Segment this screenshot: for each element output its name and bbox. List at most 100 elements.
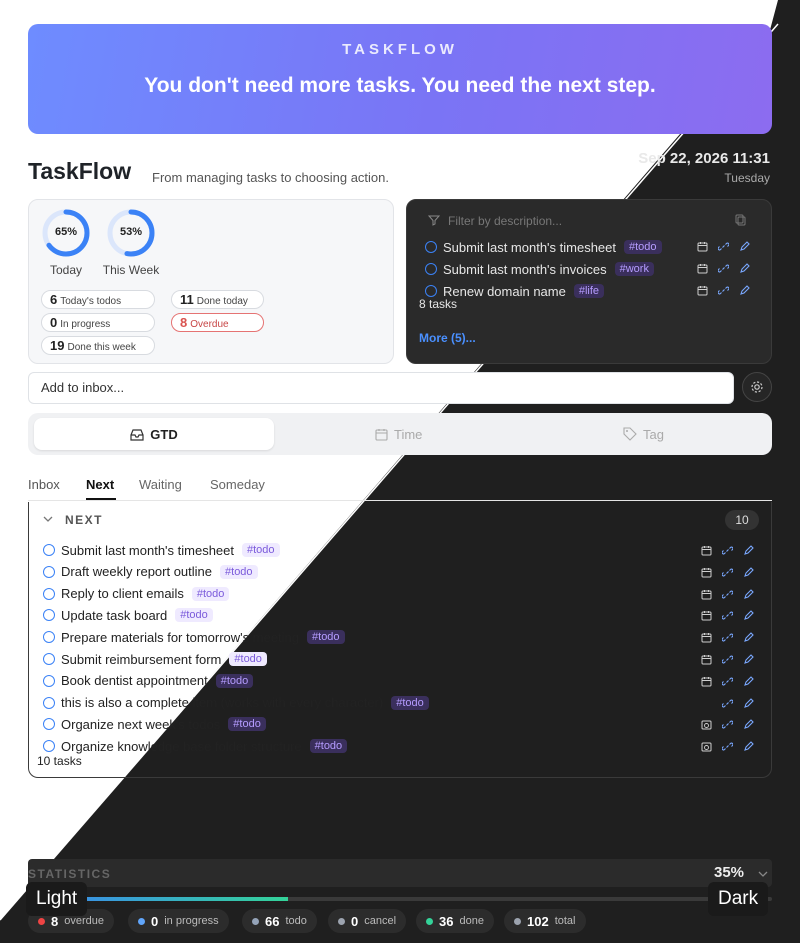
link-icon[interactable] <box>722 654 733 665</box>
calendar-icon[interactable] <box>697 263 708 274</box>
stat-pill-in-progress[interactable]: 0 in progress <box>128 909 229 933</box>
link-icon[interactable] <box>722 676 733 687</box>
segment-time[interactable]: Time <box>375 418 422 450</box>
calendar-icon[interactable] <box>701 567 712 578</box>
copy-icon[interactable] <box>735 214 747 226</box>
task-checkbox[interactable] <box>43 674 55 687</box>
task-tag[interactable]: #todo <box>175 608 213 623</box>
calendar-icon[interactable] <box>697 241 708 252</box>
stat-pill-total[interactable]: 102 total <box>504 909 586 933</box>
next-task-row[interactable]: Reply to client emails #todo <box>43 585 230 603</box>
edit-icon[interactable] <box>743 632 754 643</box>
task-tag[interactable]: #todo <box>229 652 267 666</box>
edit-icon[interactable] <box>743 741 754 752</box>
next-task-row[interactable]: this is also a complete item (works with… <box>43 694 429 712</box>
done-this-week-pill[interactable]: 19 Done this week <box>41 336 155 355</box>
task-tag[interactable]: #todo <box>307 630 345 645</box>
task-checkbox[interactable] <box>43 653 55 665</box>
edit-icon[interactable] <box>739 285 750 296</box>
task-tag[interactable]: #todo <box>215 673 254 688</box>
link-icon[interactable] <box>722 719 733 730</box>
segment-tag[interactable]: Tag <box>623 418 664 450</box>
edit-icon[interactable] <box>739 241 750 252</box>
link-icon[interactable] <box>718 285 729 296</box>
settings-button[interactable] <box>742 372 772 402</box>
tab-inbox[interactable]: Inbox <box>28 477 60 492</box>
next-task-row[interactable]: Draft weekly report outline #todo <box>43 563 258 581</box>
done-today-pill[interactable]: 11 Done today <box>171 290 264 309</box>
filter-task-row[interactable]: Submit last month's invoices #work <box>425 260 654 278</box>
task-tag[interactable]: #work <box>614 262 654 276</box>
task-tag[interactable]: #todo <box>228 717 266 732</box>
link-icon[interactable] <box>722 589 733 600</box>
task-checkbox[interactable] <box>43 740 55 753</box>
next-task-row[interactable]: Submit reimbursement form #todo <box>43 650 267 668</box>
calendar-icon[interactable] <box>701 545 712 556</box>
link-icon[interactable] <box>718 263 729 274</box>
in-progress-pill[interactable]: 0 In progress <box>41 313 155 332</box>
overdue-pill[interactable]: 8 Overdue <box>171 313 264 332</box>
edit-icon[interactable] <box>743 588 754 600</box>
task-tag[interactable]: #todo <box>391 695 429 710</box>
task-tag[interactable]: #life <box>573 284 605 298</box>
edit-icon[interactable] <box>739 263 750 274</box>
next-task-row[interactable]: Book dentist appointment #todo <box>43 672 254 690</box>
stat-pill-done[interactable]: 36 done <box>416 909 494 933</box>
filter-task-row[interactable]: Submit last month's timesheet #todo <box>425 238 662 256</box>
tab-next[interactable]: Next <box>86 477 114 492</box>
link-icon[interactable] <box>722 632 733 643</box>
next-task-row[interactable]: Organize knowledge base folder structure… <box>43 737 348 755</box>
next-task-row[interactable]: Submit last month's timesheet #todo <box>43 541 280 559</box>
calendar-clock-icon[interactable] <box>701 719 712 730</box>
link-icon[interactable] <box>722 741 733 752</box>
task-tag[interactable]: #todo <box>309 739 348 754</box>
link-icon[interactable] <box>722 698 733 709</box>
todays-todos-pill[interactable]: 6 Today's todos <box>41 290 155 309</box>
task-tag[interactable]: #todo <box>220 564 258 579</box>
calendar-icon[interactable] <box>701 589 712 600</box>
edit-icon[interactable] <box>743 610 754 621</box>
task-tag[interactable]: #todo <box>624 240 662 254</box>
task-checkbox[interactable] <box>43 609 55 622</box>
edit-icon[interactable] <box>743 567 754 578</box>
chevron-down-icon[interactable] <box>758 869 768 879</box>
calendar-clock-icon[interactable] <box>701 741 712 752</box>
task-tag[interactable]: #todo <box>242 543 280 557</box>
calendar-icon[interactable] <box>701 610 712 621</box>
stat-pill-cancel[interactable]: 0 cancel <box>328 909 407 933</box>
filter-input[interactable]: Filter by description... <box>448 214 562 228</box>
calendar-icon[interactable] <box>701 676 712 687</box>
stat-pill-todo[interactable]: 66 todo <box>242 909 317 933</box>
next-task-row[interactable]: Update task board #todo <box>43 606 213 624</box>
link-icon[interactable] <box>722 545 733 556</box>
task-checkbox[interactable] <box>425 263 437 275</box>
task-checkbox[interactable] <box>43 696 55 709</box>
task-checkbox[interactable] <box>425 285 437 297</box>
task-checkbox[interactable] <box>43 565 55 578</box>
edit-icon[interactable] <box>743 719 754 730</box>
task-checkbox[interactable] <box>43 544 55 556</box>
more-link[interactable]: More (5)... <box>419 331 476 345</box>
chevron-down-icon[interactable] <box>43 514 53 524</box>
task-checkbox[interactable] <box>43 587 55 600</box>
tab-waiting[interactable]: Waiting <box>139 477 182 492</box>
tab-someday[interactable]: Someday <box>210 477 265 492</box>
task-checkbox[interactable] <box>43 631 55 644</box>
edit-icon[interactable] <box>743 697 754 709</box>
calendar-icon[interactable] <box>701 632 712 643</box>
edit-icon[interactable] <box>743 654 754 665</box>
next-task-row[interactable]: Prepare materials for tomorrow's meeting… <box>43 628 345 646</box>
statistics-header[interactable] <box>28 859 772 887</box>
edit-icon[interactable] <box>743 676 754 687</box>
link-icon[interactable] <box>722 567 733 578</box>
inbox-input[interactable]: Add to inbox... <box>28 372 734 404</box>
link-icon[interactable] <box>718 241 729 252</box>
segment-gtd[interactable]: GTD <box>34 418 274 450</box>
edit-icon[interactable] <box>743 545 754 556</box>
link-icon[interactable] <box>722 610 733 621</box>
calendar-icon[interactable] <box>701 654 712 665</box>
task-checkbox[interactable] <box>43 718 55 731</box>
task-checkbox[interactable] <box>425 241 437 253</box>
task-tag[interactable]: #todo <box>191 586 230 601</box>
calendar-icon[interactable] <box>697 285 708 296</box>
